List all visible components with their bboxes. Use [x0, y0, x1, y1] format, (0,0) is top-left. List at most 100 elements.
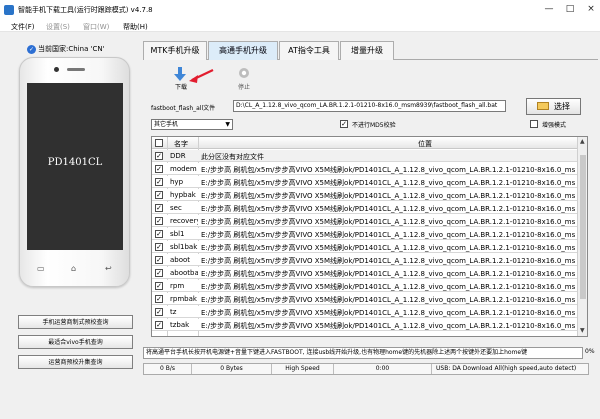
row-checkbox[interactable]: ✓ [155, 217, 163, 225]
close-button[interactable]: × [584, 3, 598, 15]
partition-name: sbl1bak [170, 243, 198, 251]
tab-qualcomm-upgrade[interactable]: 高通手机升级 [208, 41, 278, 60]
row-checkbox[interactable]: ✓ [155, 282, 163, 290]
table-row[interactable]: ✓ hypbak E:/步步高 刷机包/x5m/步步高VIVO X5M线刷ok/PD… [152, 189, 577, 201]
fastboot-path-field[interactable]: D:\CL_A_1.12.8_vivo_qcom_LA.BR.1.2.1-012… [233, 100, 506, 112]
enhanced-mode-label: 增强模式 [542, 122, 567, 129]
partition-name: abootbak [170, 269, 198, 277]
partition-name: hyp [170, 178, 184, 186]
usb-mode-status: USB: DA Download All(high speed,auto det… [436, 365, 577, 372]
minimize-button[interactable]: — [542, 3, 556, 15]
speaker-icon [67, 68, 85, 71]
row-checkbox[interactable]: ✓ [155, 243, 163, 251]
table-row[interactable]: ✓ sbl1bak E:/步步高 刷机包/x5m/步步高VIVO X5M线刷ok/P… [152, 241, 577, 253]
table-row[interactable]: ✓ hyp E:/步步高 刷机包/x5m/步步高VIVO X5M线刷ok/PD140… [152, 176, 577, 188]
table-row[interactable]: ✓ rpmbak E:/步步高 刷机包/x5m/步步高VIVO X5M线刷ok/PD… [152, 293, 577, 305]
phone-model-label: PD1401CL [47, 157, 103, 168]
partition-name: rpm [170, 282, 185, 290]
row-checkbox[interactable]: ✓ [155, 165, 163, 173]
device-type-select[interactable]: 其它手机 ▼ [151, 119, 233, 130]
row-checkbox[interactable]: ✓ [155, 178, 163, 186]
elapsed-time-status: 0:00 [334, 364, 432, 374]
partition-location: E:/步步高 刷机包/x5m/步步高VIVO X5M线刷ok/PD1401CL_… [201, 205, 575, 213]
tab-at-command-tool[interactable]: AT指令工具 [279, 41, 339, 60]
transfer-status-bar: 0 B/s 0 Bytes High Speed 0:00 USB: DA Do… [143, 363, 589, 375]
country-display: ✓ 当前国家:China 'CN' [27, 44, 105, 54]
back-key-icon: ↩ [105, 264, 112, 273]
download-label[interactable]: 下载 [173, 82, 189, 91]
stop-icon[interactable] [235, 66, 253, 83]
row-checkbox[interactable]: ✓ [155, 230, 163, 238]
partition-location: E:/步步高 刷机包/x5m/步步高VIVO X5M线刷ok/PD1401CL_… [201, 231, 575, 239]
partition-name: modem [170, 165, 197, 173]
menu-window[interactable]: 窗口(W) [83, 22, 109, 32]
row-checkbox[interactable]: ✓ [155, 269, 163, 277]
menu-file[interactable]: 文件(F) [11, 22, 35, 32]
table-row[interactable]: ✓ tz E:/步步高 刷机包/x5m/步步高VIVO X5M线刷ok/PD1401… [152, 306, 577, 318]
partition-location: E:/步步高 刷机包/x5m/步步高VIVO X5M线刷ok/PD1401CL_… [201, 257, 575, 265]
row-checkbox[interactable]: ✓ [155, 308, 163, 316]
row-checkbox[interactable]: ✓ [155, 321, 163, 329]
table-row[interactable]: ✓ sec E:/步步高 刷机包/x5m/步步高VIVO X5M线刷ok/PD140… [152, 202, 577, 214]
select-all-checkbox[interactable] [155, 139, 163, 147]
stop-label[interactable]: 停止 [236, 82, 252, 91]
main-tabs: MTK手机升级 高通手机升级 AT指令工具 增量升级 [143, 40, 598, 60]
partition-name: tz [170, 308, 177, 316]
partition-location: E:/步步高 刷机包/x5m/步步高VIVO X5M线刷ok/PD1401CL_… [201, 244, 575, 252]
menu-settings[interactable]: 设置(S) [46, 22, 70, 32]
partition-location: E:/步步高 刷机包/x5m/步步高VIVO X5M线刷ok/PD1401CL_… [201, 192, 575, 200]
name-column-header[interactable]: 名字 [174, 139, 188, 149]
partition-name: recovery [170, 217, 198, 225]
carrier-upgrade-query-button[interactable]: 运营商预校升集查询 [18, 355, 133, 369]
chevron-down-icon: ▼ [225, 121, 230, 128]
instruction-status: 将高通平台手机长按开机电源键+音量下键进入FASTBOOT, 连接usb线开始升… [143, 347, 583, 359]
partition-name: DDR [170, 152, 186, 160]
partition-location: 此分区没有对应文件 [201, 153, 264, 161]
partition-location: E:/步步高 刷机包/x5m/步步高VIVO X5M线刷ok/PD1401CL_… [201, 283, 575, 291]
tab-incremental-upgrade[interactable]: 增量升级 [340, 41, 394, 60]
table-row[interactable]: ✓ tzbak E:/步步高 刷机包/x5m/步步高VIVO X5M线刷ok/PD1… [152, 319, 577, 331]
table-row[interactable]: ✓ sbl1 E:/步步高 刷机包/x5m/步步高VIVO X5M线刷ok/PD14… [152, 228, 577, 240]
partition-name: aboot [170, 256, 191, 264]
scroll-up-icon[interactable]: ▲ [580, 138, 585, 145]
camera-icon [54, 67, 59, 72]
menu-help[interactable]: 帮助(H) [123, 22, 148, 32]
partition-location: E:/步步高 刷机包/x5m/步步高VIVO X5M线刷ok/PD1401CL_… [201, 296, 575, 304]
carrier-network-query-button[interactable]: 手机运营商制式预校查询 [18, 315, 133, 329]
device-type-value: 其它手机 [154, 121, 179, 128]
fastboot-file-label: fastboot_flash_all文件 [151, 105, 216, 112]
usb-speed-status: High Speed [272, 364, 334, 374]
partition-table: 名字 位置 ✓ DDR 此分区没有对应文件 ✓ modem E:/步步高 刷机包/x5m/… [151, 136, 588, 337]
row-checkbox[interactable]: ✓ [155, 152, 163, 160]
partition-location: E:/步步高 刷机包/x5m/步步高VIVO X5M线刷ok/PD1401CL_… [201, 218, 575, 226]
partition-name: hypbak [170, 191, 196, 199]
app-icon [4, 5, 14, 15]
row-checkbox[interactable]: ✓ [155, 191, 163, 199]
partition-location: E:/步步高 刷机包/x5m/步步高VIVO X5M线刷ok/PD1401CL_… [201, 309, 575, 317]
table-row[interactable]: ✓ rpm E:/步步高 刷机包/x5m/步步高VIVO X5M线刷ok/PD140… [152, 280, 577, 292]
select-file-button[interactable]: 选择 [526, 98, 581, 115]
menu-bar: 文件(F) 设置(S) 窗口(W) 帮助(H) [0, 20, 600, 32]
tab-mtk-upgrade[interactable]: MTK手机升级 [143, 41, 207, 60]
location-column-header[interactable]: 位置 [418, 139, 432, 149]
partition-name: tzbak [170, 321, 190, 329]
no-md5-checkbox[interactable]: ✓ [340, 120, 348, 128]
table-row[interactable]: ✓ abootbakE:/步步高 刷机包/x5m/步步高VIVO X5M线刷ok/… [152, 267, 577, 279]
best-vivo-query-button[interactable]: 最适合vivo手机查询 [18, 335, 133, 349]
enhanced-mode-checkbox[interactable] [530, 120, 538, 128]
table-row[interactable]: ✓ aboot E:/步步高 刷机包/x5m/步步高VIVO X5M线刷ok/PD1… [152, 254, 577, 266]
maximize-button[interactable]: □ [563, 3, 577, 15]
row-checkbox[interactable]: ✓ [155, 295, 163, 303]
select-button-label: 选择 [554, 102, 570, 111]
table-row[interactable]: ✓ recovery E:/步步高 刷机包/x5m/步步高VIVO X5M线刷ok/… [152, 215, 577, 227]
row-checkbox[interactable]: ✓ [155, 256, 163, 264]
table-scrollbar[interactable]: ▲ ▼ [577, 137, 587, 336]
scroll-thumb[interactable] [580, 155, 586, 299]
phone-screen: PD1401CL [27, 83, 123, 250]
phone-preview: PD1401CL ▭ ⌂ ↩ [19, 57, 130, 287]
table-row[interactable]: ✓ DDR 此分区没有对应文件 [152, 150, 577, 162]
table-row[interactable]: ✓ modem E:/步步高 刷机包/x5m/步步高VIVO X5M线刷ok/PD1… [152, 163, 577, 175]
scroll-down-icon[interactable]: ▼ [580, 327, 585, 334]
row-checkbox[interactable]: ✓ [155, 204, 163, 212]
partition-name: rpmbak [170, 295, 197, 303]
